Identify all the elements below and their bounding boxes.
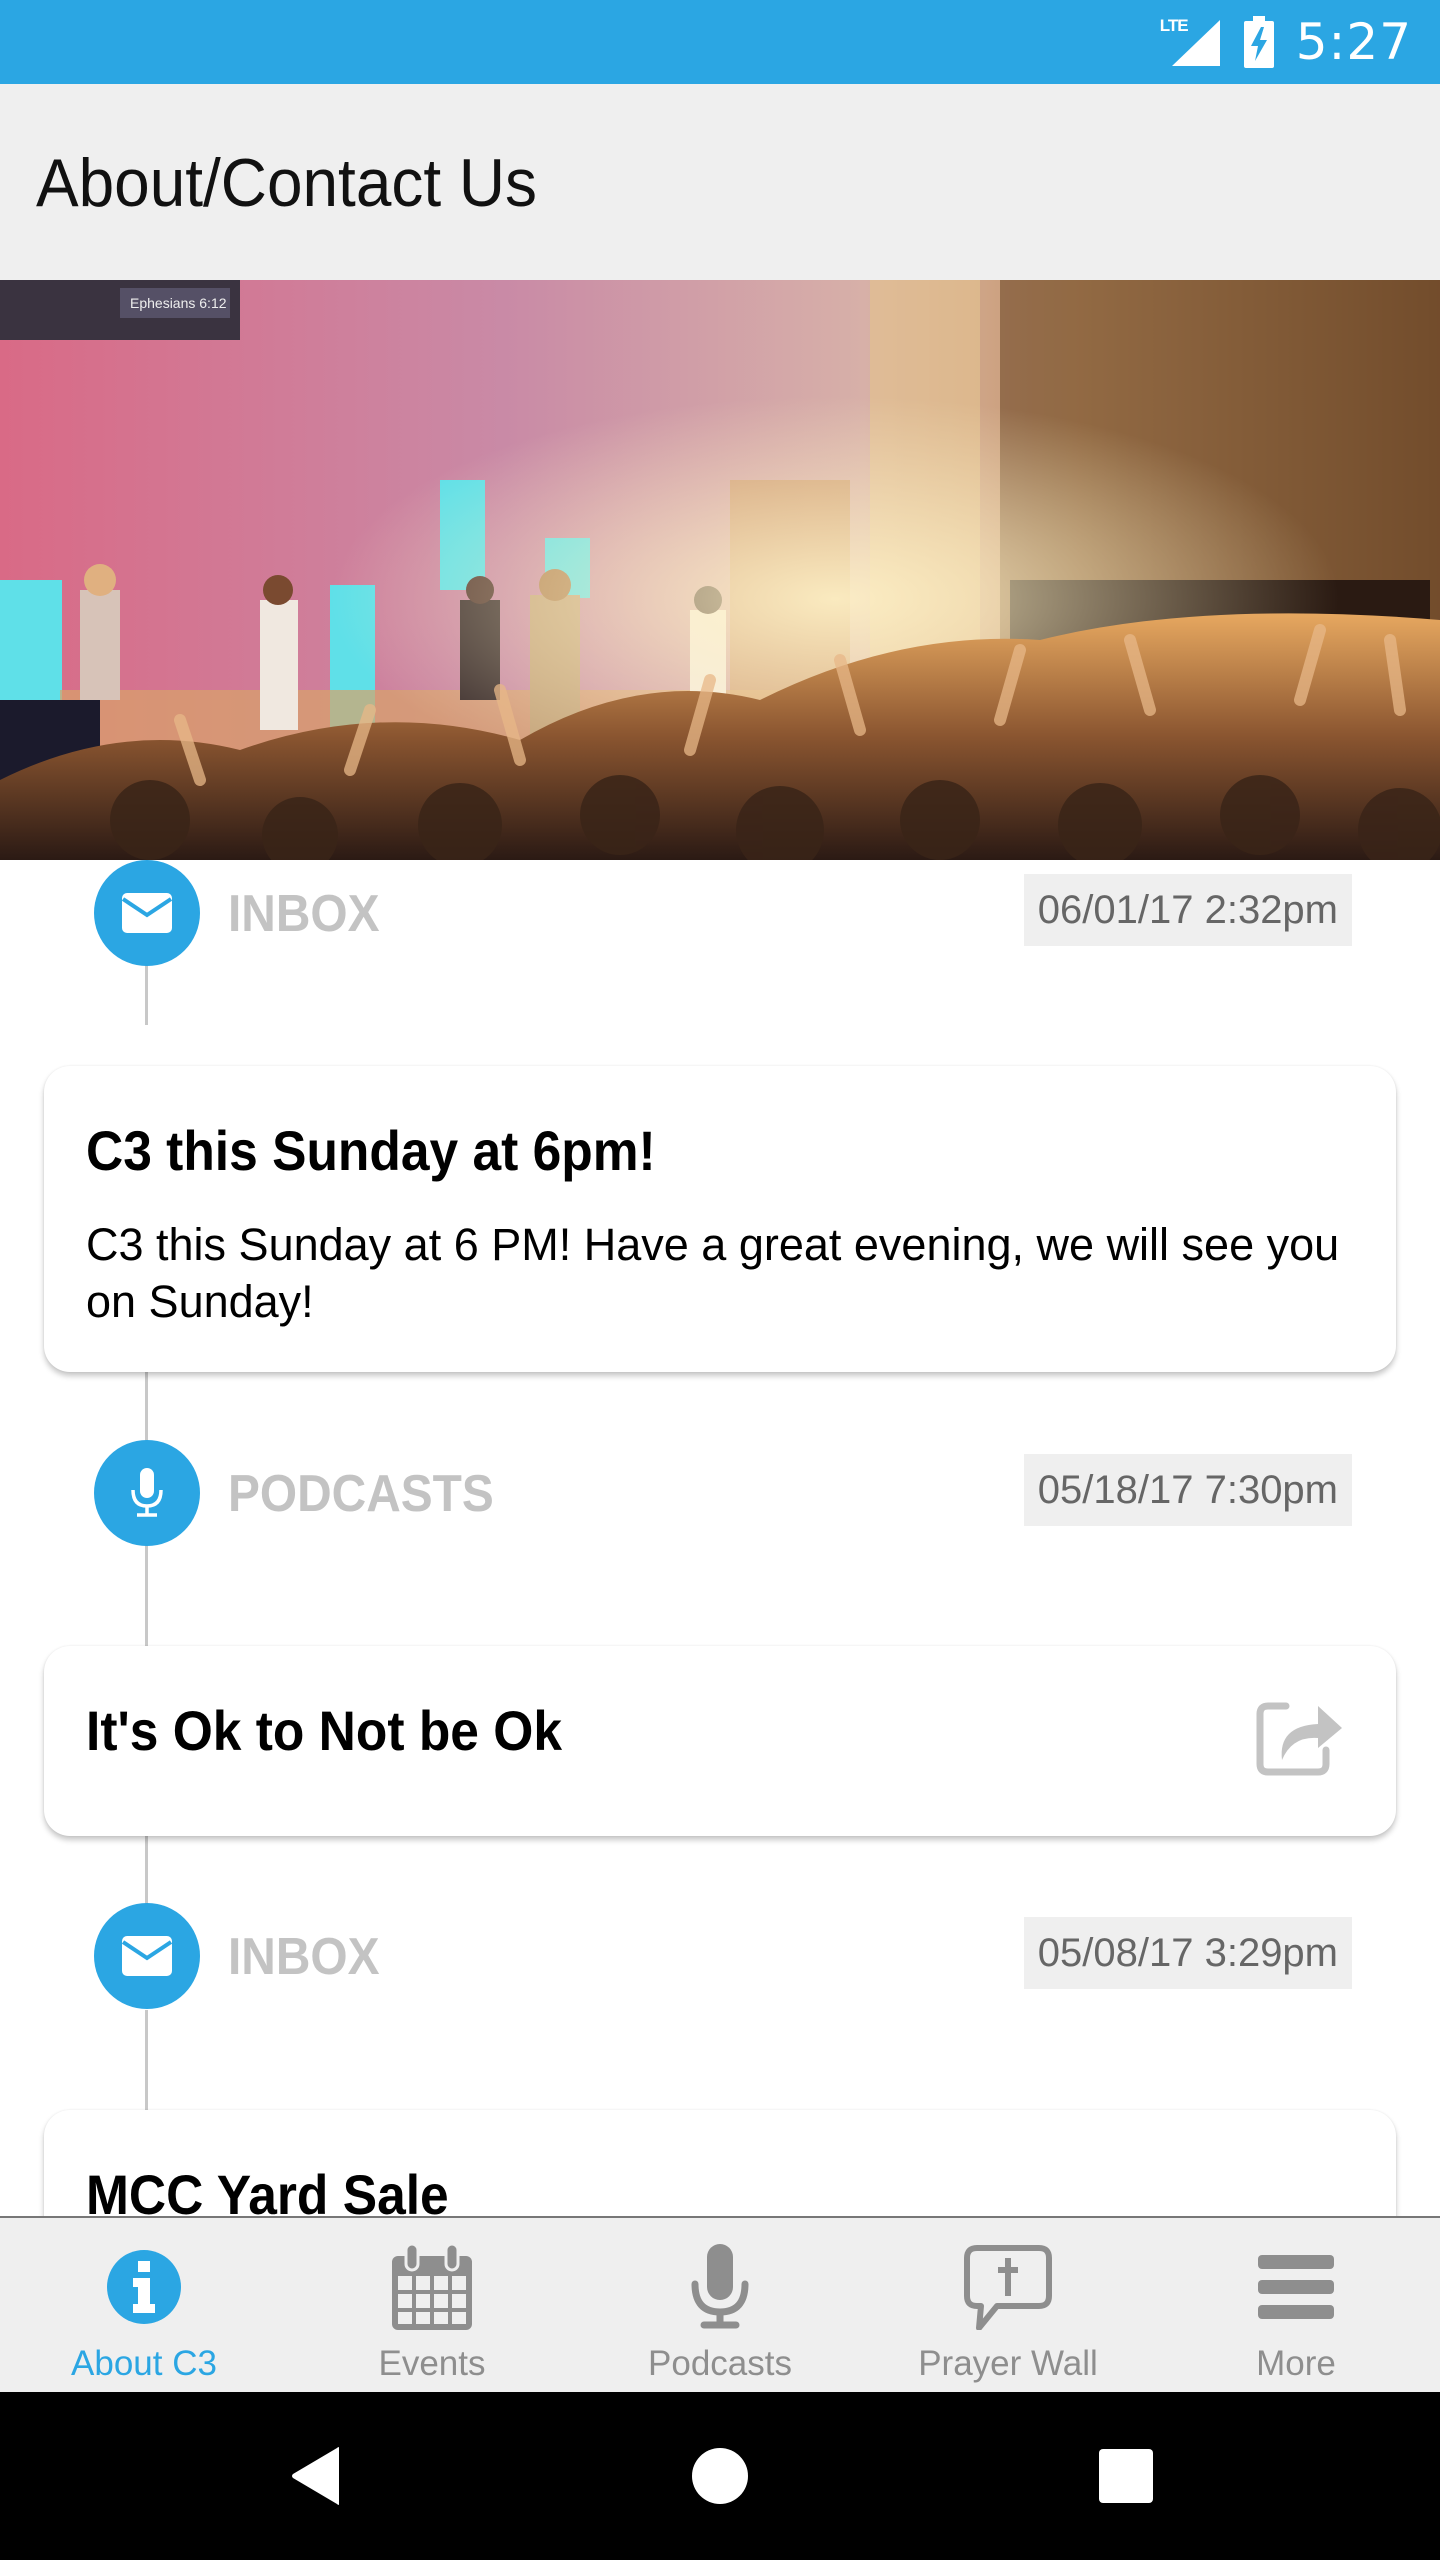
app-bar: About/Contact Us	[0, 84, 1440, 280]
calendar-icon	[392, 2244, 472, 2330]
recents-icon	[1099, 2449, 1153, 2503]
envelope-icon	[122, 1936, 172, 1976]
date-chip: 05/08/17 3:29pm	[1023, 1917, 1352, 1989]
hamburger-menu-icon	[1258, 2255, 1334, 2319]
section-label: PODCASTS	[228, 1465, 494, 1523]
nav-item-podcasts[interactable]: Podcasts	[576, 2218, 864, 2392]
timeline-feed[interactable]: INBOX 06/01/17 2:32pm C3 this Sunday at …	[0, 860, 1440, 2216]
lte-signal-icon: LTE	[1160, 16, 1222, 68]
nav-label: More	[1256, 2344, 1336, 2383]
nav-item-events[interactable]: Events	[288, 2218, 576, 2392]
nav-item-more[interactable]: More	[1152, 2218, 1440, 2392]
page-title: About/Contact Us	[36, 145, 537, 221]
microphone-icon	[131, 1468, 163, 1517]
clock: 5:27	[1295, 13, 1412, 71]
battery-charging-icon	[1243, 16, 1274, 68]
back-icon	[292, 2447, 339, 2505]
inbox-badge	[94, 1903, 200, 2009]
nav-label: Podcasts	[648, 2344, 792, 2383]
message-card[interactable]: MCC Yard Sale	[44, 2110, 1396, 2216]
nav-label: About C3	[71, 2344, 217, 2383]
timeline-connector	[145, 2010, 148, 2125]
card-title: C3 this Sunday at 6pm!	[86, 1119, 656, 1182]
podcast-card[interactable]: It's Ok to Not be Ok	[44, 1646, 1396, 1836]
home-icon	[692, 2448, 748, 2504]
info-icon	[107, 2250, 181, 2324]
section-label: INBOX	[228, 885, 380, 943]
projector-text: Ephesians 6:12	[130, 295, 227, 311]
prayer-bubble-icon	[964, 2245, 1052, 2330]
back-button[interactable]	[276, 2436, 356, 2516]
card-title: MCC Yard Sale	[86, 2163, 449, 2216]
date-chip: 05/18/17 7:30pm	[1023, 1454, 1352, 1526]
timeline-connector	[145, 965, 148, 1025]
microphone-icon	[691, 2244, 749, 2329]
worship-photo: Ephesians 6:12	[0, 280, 1440, 860]
podcasts-badge	[94, 1440, 200, 1546]
nav-label: Prayer Wall	[918, 2344, 1098, 2383]
system-navigation-bar	[0, 2392, 1440, 2560]
bottom-navigation: About C3 Events Podcasts Prayer Wall Mor…	[0, 2216, 1440, 2392]
home-button[interactable]	[680, 2436, 760, 2516]
share-button[interactable]	[1256, 1698, 1346, 1778]
nav-item-about-c3[interactable]: About C3	[0, 2218, 288, 2392]
section-label: INBOX	[228, 1928, 380, 1986]
date-chip: 06/01/17 2:32pm	[1023, 874, 1352, 946]
envelope-icon	[122, 893, 172, 933]
hero-image: Ephesians 6:12	[0, 280, 1440, 860]
nav-item-prayer-wall[interactable]: Prayer Wall	[864, 2218, 1152, 2392]
status-bar: LTE 5:27	[0, 0, 1440, 84]
nav-label: Events	[378, 2344, 486, 2383]
inbox-badge	[94, 860, 200, 966]
recents-button[interactable]	[1086, 2436, 1166, 2516]
card-title: It's Ok to Not be Ok	[86, 1699, 562, 1762]
share-icon	[1256, 1702, 1342, 1776]
message-card[interactable]: C3 this Sunday at 6pm! C3 this Sunday at…	[44, 1066, 1396, 1372]
card-body: C3 this Sunday at 6 PM! Have a great eve…	[86, 1219, 1340, 1327]
